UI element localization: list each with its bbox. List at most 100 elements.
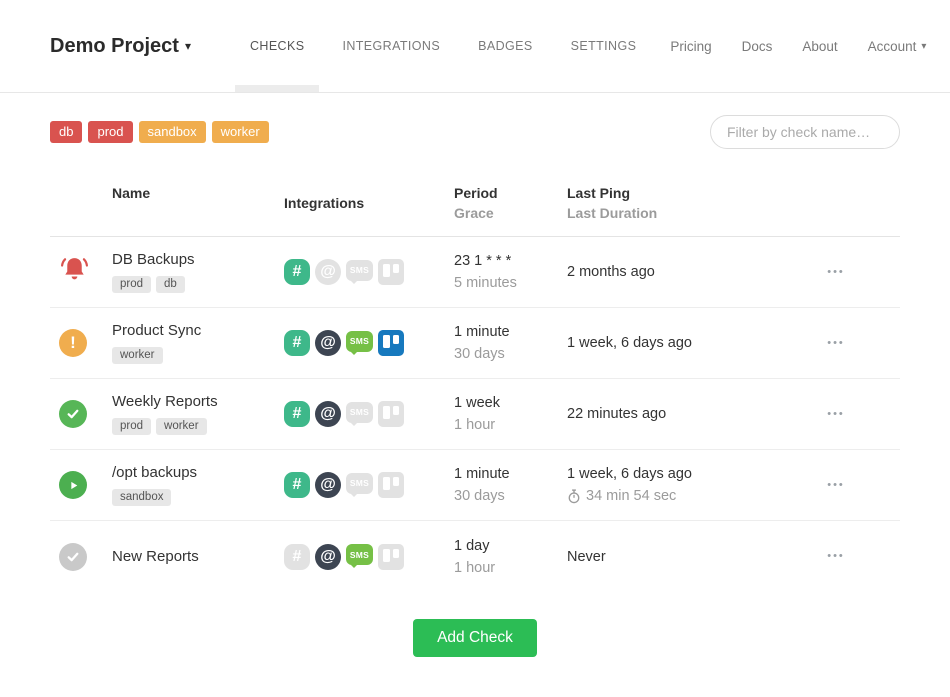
slack-integration-icon[interactable]: # [284, 472, 310, 498]
check-tags: sandbox [112, 489, 284, 507]
caret-down-icon: ▾ [921, 41, 926, 52]
check-last-ping: 2 months ago [567, 262, 772, 282]
email-integration-icon[interactable]: @ [315, 330, 341, 356]
check-name[interactable]: /opt backups [112, 464, 284, 482]
up-status-icon [59, 400, 87, 428]
check-tag: db [156, 276, 185, 294]
email-integration-icon[interactable]: @ [315, 544, 341, 570]
check-name[interactable]: Weekly Reports [112, 393, 284, 411]
tag-filter-buttons: db prod sandbox worker [50, 121, 269, 143]
trello-integration-icon[interactable] [378, 472, 404, 498]
project-name: Demo Project [50, 35, 179, 58]
check-last-ping: Never [567, 547, 772, 567]
check-last-ping: 1 week, 6 days ago [567, 333, 772, 353]
check-row[interactable]: DB Backups proddb # @ SMS 23 1 * * * 5 m… [50, 237, 900, 308]
slack-hash-glyph: # [293, 406, 302, 422]
account-label: Account [868, 39, 917, 54]
header-name: Name [112, 183, 284, 203]
row-menu-button[interactable]: ••• [827, 480, 845, 491]
sms-integration-icon[interactable]: SMS [346, 544, 373, 565]
slack-integration-icon[interactable]: # [284, 330, 310, 356]
sms-integration-icon[interactable]: SMS [346, 331, 373, 352]
check-name[interactable]: DB Backups [112, 251, 284, 269]
slack-hash-glyph: # [293, 477, 302, 493]
check-row[interactable]: ! Product Sync worker # @ SMS 1 minute 3… [50, 308, 900, 379]
tag-filter-db[interactable]: db [50, 121, 82, 143]
sms-integration-icon[interactable]: SMS [346, 260, 373, 281]
top-navigation: Demo Project ▾ CHECKS INTEGRATIONS BADGE… [0, 0, 950, 93]
filter-bar: db prod sandbox worker [0, 93, 950, 149]
check-tags: proddb [112, 276, 284, 294]
check-tag: sandbox [112, 489, 171, 507]
tab-integrations[interactable]: INTEGRATIONS [323, 0, 459, 92]
check-name[interactable]: Product Sync [112, 322, 284, 340]
check-grace: 30 days [454, 344, 567, 364]
add-check-button[interactable]: Add Check [413, 619, 537, 657]
check-grace: 30 days [454, 486, 567, 506]
email-integration-icon[interactable]: @ [315, 401, 341, 427]
check-last-ping: 1 week, 6 days ago [567, 464, 772, 484]
nav-link-pricing[interactable]: Pricing [655, 39, 726, 54]
row-menu-button[interactable]: ••• [827, 551, 845, 562]
check-period: 1 day [454, 536, 567, 556]
tag-filter-sandbox[interactable]: sandbox [139, 121, 206, 143]
slack-integration-icon[interactable]: # [284, 259, 310, 285]
check-tags: prod worker [112, 418, 284, 436]
check-tag: worker [156, 418, 207, 436]
tab-checks[interactable]: CHECKS [231, 0, 324, 92]
email-integration-icon[interactable]: @ [315, 472, 341, 498]
nav-link-about[interactable]: About [787, 39, 852, 54]
trello-integration-icon[interactable] [378, 330, 404, 356]
trello-integration-icon[interactable] [378, 544, 404, 570]
late-status-icon: ! [59, 329, 87, 357]
tag-filter-worker[interactable]: worker [212, 121, 269, 143]
nav-link-docs[interactable]: Docs [727, 39, 788, 54]
checks-table: Name Integrations Period Grace Last Ping… [50, 183, 900, 592]
email-at-glyph: @ [320, 549, 336, 565]
sms-label: SMS [350, 478, 369, 488]
caret-down-icon: ▾ [185, 39, 191, 53]
slack-integration-icon[interactable]: # [284, 544, 310, 570]
account-menu[interactable]: Account ▾ [853, 39, 927, 54]
check-period: 1 week [454, 393, 567, 413]
email-integration-icon[interactable]: @ [315, 259, 341, 285]
row-menu-button[interactable]: ••• [827, 267, 845, 278]
check-row[interactable]: Weekly Reports prod worker # @ SMS 1 week… [50, 379, 900, 450]
header-period: Period [454, 183, 567, 203]
trello-integration-icon[interactable] [378, 401, 404, 427]
alert-bell-icon [59, 254, 90, 285]
check-duration-text: 34 min 54 sec [586, 486, 676, 506]
check-tag: prod [112, 418, 151, 436]
tab-badges[interactable]: BADGES [459, 0, 552, 92]
slack-integration-icon[interactable]: # [284, 401, 310, 427]
sms-label: SMS [350, 265, 369, 275]
tag-filter-prod[interactable]: prod [88, 121, 132, 143]
check-grace: 1 hour [454, 415, 567, 435]
check-row[interactable]: New Reports # @ SMS 1 day 1 hour Never [50, 521, 900, 592]
check-period: 23 1 * * * [454, 251, 567, 271]
check-grace: 5 minutes [454, 273, 567, 293]
slack-hash-glyph: # [293, 549, 302, 565]
sms-label: SMS [350, 550, 369, 560]
row-menu-button[interactable]: ••• [827, 409, 845, 420]
trello-integration-icon[interactable] [378, 259, 404, 285]
email-at-glyph: @ [320, 264, 336, 280]
sms-integration-icon[interactable]: SMS [346, 473, 373, 494]
check-grace: 1 hour [454, 558, 567, 578]
check-period: 1 minute [454, 322, 567, 342]
tab-settings[interactable]: SETTINGS [552, 0, 656, 92]
project-tabs: CHECKS INTEGRATIONS BADGES SETTINGS [231, 0, 655, 92]
header-integrations: Integrations [284, 193, 364, 213]
email-at-glyph: @ [320, 477, 336, 493]
check-row[interactable]: /opt backups sandbox # @ SMS 1 minute 30… [50, 450, 900, 521]
alert-status-icon [59, 254, 90, 290]
check-name-filter-input[interactable] [710, 115, 900, 149]
check-name[interactable]: New Reports [112, 548, 284, 566]
row-menu-button[interactable]: ••• [827, 338, 845, 349]
sms-integration-icon[interactable]: SMS [346, 402, 373, 423]
project-switcher[interactable]: Demo Project ▾ [50, 0, 191, 92]
header-grace: Grace [454, 203, 567, 223]
site-links: Pricing Docs About Account ▾ [655, 0, 926, 92]
check-period: 1 minute [454, 464, 567, 484]
header-last-duration: Last Duration [567, 203, 772, 223]
